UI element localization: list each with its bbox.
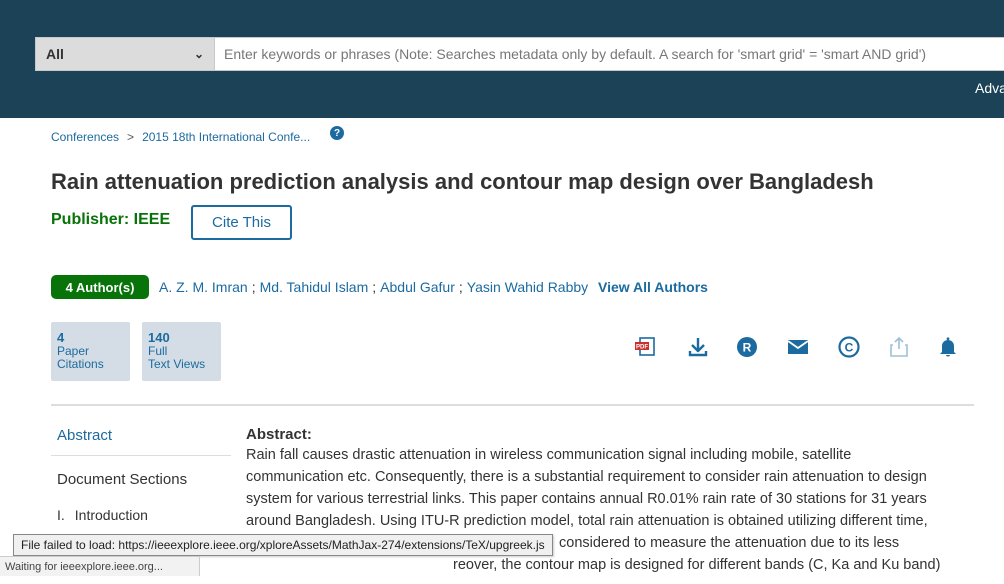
abstract-line: Rain fall causes drastic attenuation in … — [246, 447, 852, 463]
author-link[interactable]: Md. Tahidul Islam — [260, 279, 369, 295]
email-icon[interactable] — [786, 335, 810, 359]
breadcrumb-conference[interactable]: 2015 18th International Confe... — [142, 130, 310, 144]
author-link[interactable]: A. Z. M. Imran — [159, 279, 248, 295]
author-list: A. Z. M. Imran; Md. Tahidul Islam; Abdul… — [159, 279, 589, 295]
section-label: Introduction — [74, 507, 148, 523]
section-divider — [51, 404, 974, 406]
abstract-line: communication etc. Consequently, there i… — [246, 469, 927, 485]
rights-icon[interactable]: R — [735, 335, 759, 359]
sidebar-item-abstract[interactable]: Abstract — [57, 427, 112, 444]
author-link[interactable]: Abdul Gafur — [380, 279, 455, 295]
paper-citations-metric[interactable]: 4 Paper Citations — [51, 322, 130, 381]
search-scope-value: All — [46, 46, 64, 62]
abstract-line: around Bangladesh. Using ITU-R predictio… — [246, 513, 928, 529]
pdf-icon[interactable]: PDF — [634, 335, 658, 359]
abstract-line: considered to measure the attenuation du… — [559, 535, 900, 551]
search-input[interactable]: Enter keywords or phrases (Note: Searche… — [215, 37, 1004, 71]
copyright-icon[interactable]: C — [837, 335, 861, 359]
download-icon[interactable] — [686, 335, 710, 359]
publisher-label: Publisher: IEEE — [51, 211, 171, 228]
abstract-line: system for various terrestrial links. Th… — [246, 491, 927, 507]
metric-label: Paper — [57, 344, 90, 358]
view-all-authors-link[interactable]: View All Authors — [598, 279, 708, 295]
chevron-down-icon: ⌄ — [193, 47, 204, 61]
metric-label: Full — [148, 344, 168, 358]
page-title: Rain attenuation prediction analysis and… — [51, 169, 874, 194]
sidebar-document-sections: Document Sections — [57, 471, 188, 488]
search-placeholder: Enter keywords or phrases (Note: Searche… — [224, 46, 927, 62]
search-scope-select[interactable]: All ⌄ — [35, 37, 215, 71]
svg-text:PDF: PDF — [636, 345, 648, 351]
sidebar-item-introduction[interactable]: I. Introduction — [57, 507, 148, 523]
abstract-line: reover, the contour map is designed for … — [453, 557, 941, 573]
cite-this-button[interactable]: Cite This — [191, 205, 292, 240]
browser-status-bar: Waiting for ieeexplore.ieee.org... — [0, 556, 200, 576]
metric-label: Citations — [57, 357, 104, 371]
author-link[interactable]: Yasin Wahid Rabby — [467, 279, 588, 295]
share-icon[interactable] — [887, 335, 911, 359]
help-icon[interactable]: ? — [330, 126, 344, 140]
section-number: I. — [57, 507, 65, 523]
breadcrumb-conferences[interactable]: Conferences — [51, 130, 119, 144]
advanced-search-link[interactable]: Adva — [975, 80, 1004, 96]
svg-text:R: R — [743, 341, 752, 355]
breadcrumb-separator: > — [127, 130, 135, 144]
authors-count-badge[interactable]: 4 Author(s) — [51, 275, 149, 299]
full-text-views-metric[interactable]: 140 Full Text Views — [142, 322, 221, 381]
abstract-heading: Abstract: — [246, 426, 312, 443]
metric-value: 140 — [148, 330, 170, 345]
metric-value: 4 — [57, 330, 65, 345]
error-tooltip: File failed to load: https://ieeexplore.… — [13, 534, 553, 556]
header-bar: All ⌄ Enter keywords or phrases (Note: S… — [0, 0, 1004, 118]
sidebar-divider — [51, 455, 231, 456]
svg-text:C: C — [845, 341, 854, 355]
breadcrumb: Conferences > 2015 18th International Co… — [51, 130, 310, 144]
alert-bell-icon[interactable] — [936, 335, 960, 359]
metric-label: Text Views — [148, 357, 206, 371]
